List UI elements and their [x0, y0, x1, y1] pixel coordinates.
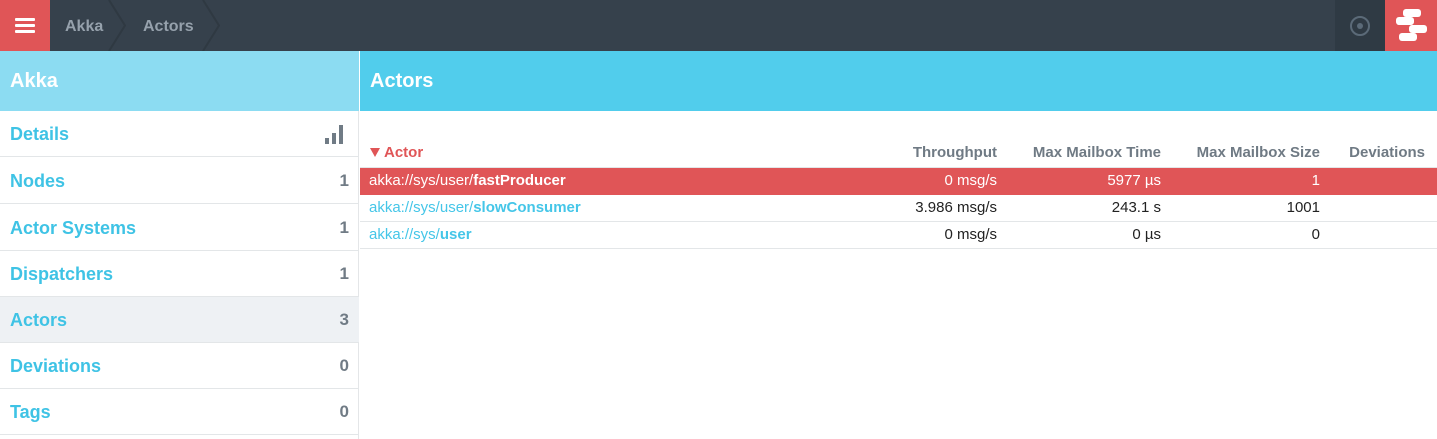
page-title: Actors — [370, 70, 434, 92]
sidebar-item-deviations[interactable]: Deviations 0 — [0, 343, 359, 389]
top-bar: Akka Actors — [0, 0, 1437, 51]
sidebar-item-label: Nodes — [10, 171, 66, 191]
menu-button[interactable] — [0, 0, 50, 51]
sidebar-item-actors[interactable]: Actors 3 — [0, 297, 359, 343]
logo-icon — [1396, 9, 1427, 41]
sidebar-item-label: Deviations — [10, 356, 102, 376]
max-mailbox-size-cell: 1001 — [1286, 199, 1320, 216]
column-header-throughput[interactable]: Throughput — [913, 140, 997, 166]
sidebar-item-count: 1 — [339, 218, 349, 237]
max-mailbox-time-cell: 243.1 s — [1111, 199, 1161, 216]
sidebar-item-nodes[interactable]: Nodes 1 — [0, 158, 359, 204]
sidebar-item-actor-systems[interactable]: Actor Systems 1 — [0, 205, 359, 251]
breadcrumb-akka[interactable]: Akka — [65, 0, 103, 51]
actor-name: fastProducer — [473, 172, 566, 189]
column-header-actor[interactable]: Actor — [370, 140, 423, 166]
actor-path-prefix: akka://sys/user/ — [369, 172, 474, 189]
sidebar-item-count: 1 — [339, 171, 349, 190]
breadcrumb-actors[interactable]: Actors — [143, 0, 194, 51]
sidebar-header: Akka — [0, 51, 359, 111]
sidebar-item-label: Actor Systems — [10, 218, 137, 238]
sidebar-title: Akka — [10, 70, 58, 92]
sidebar-item-count: 1 — [339, 264, 349, 283]
record-icon — [1350, 16, 1370, 36]
sidebar: Akka Details Nodes 1 Actor Systems 1 Dis… — [0, 51, 359, 439]
bar-chart-icon — [325, 125, 343, 144]
actor-path-link[interactable]: akka://sys/user/slowConsumer — [369, 195, 581, 221]
actor-path-link[interactable]: akka://sys/user — [369, 222, 472, 248]
breadcrumb-separator-icon — [108, 0, 126, 51]
throughput-cell: 0 msg/s — [944, 172, 997, 189]
sidebar-item-label: Dispatchers — [10, 264, 114, 284]
sidebar-item-tags[interactable]: Tags 0 — [0, 389, 359, 435]
sort-descending-icon — [370, 148, 380, 157]
main-header: Actors — [360, 51, 1437, 111]
record-button[interactable] — [1335, 0, 1385, 51]
throughput-cell: 0 msg/s — [944, 226, 997, 243]
column-header-max-mailbox-time[interactable]: Max Mailbox Time — [1033, 140, 1161, 166]
sidebar-item-count: 0 — [339, 402, 349, 421]
sidebar-item-dispatchers[interactable]: Dispatchers 1 — [0, 251, 359, 297]
throughput-cell: 3.986 msg/s — [915, 199, 997, 216]
table-row[interactable]: akka://sys/user/slowConsumer 3.986 msg/s… — [360, 195, 1437, 222]
sidebar-item-label: Tags — [10, 402, 51, 422]
column-header-actor-label: Actor — [384, 144, 424, 161]
actor-name: slowConsumer — [473, 199, 581, 216]
sidebar-item-details[interactable]: Details — [0, 111, 359, 157]
actor-path-prefix: akka://sys/user/ — [369, 199, 474, 216]
sidebar-item-count: 0 — [339, 356, 349, 375]
table-row[interactable]: akka://sys/user 0 msg/s 0 µs 0 — [360, 222, 1437, 249]
sidebar-item-label: Details — [10, 124, 70, 144]
sidebar-item-count: 3 — [339, 310, 349, 329]
logo[interactable] — [1385, 0, 1437, 51]
max-mailbox-time-cell: 5977 µs — [1107, 172, 1161, 189]
max-mailbox-time-cell: 0 µs — [1132, 226, 1161, 243]
max-mailbox-size-cell: 1 — [1311, 172, 1320, 189]
actor-path-prefix: akka://sys/ — [369, 226, 440, 243]
breadcrumb-separator-icon — [202, 0, 220, 51]
actor-name: user — [439, 226, 472, 243]
table-row[interactable]: akka://sys/user/fastProducer 0 msg/s 597… — [360, 168, 1437, 195]
table-header: Actor Throughput Max Mailbox Time Max Ma… — [360, 140, 1437, 168]
column-header-max-mailbox-size[interactable]: Max Mailbox Size — [1197, 140, 1320, 166]
actor-path-link[interactable]: akka://sys/user/fastProducer — [369, 168, 566, 194]
sidebar-item-label: Actors — [10, 310, 68, 330]
column-header-deviations[interactable]: Deviations — [1349, 140, 1425, 166]
max-mailbox-size-cell: 0 — [1311, 226, 1320, 243]
